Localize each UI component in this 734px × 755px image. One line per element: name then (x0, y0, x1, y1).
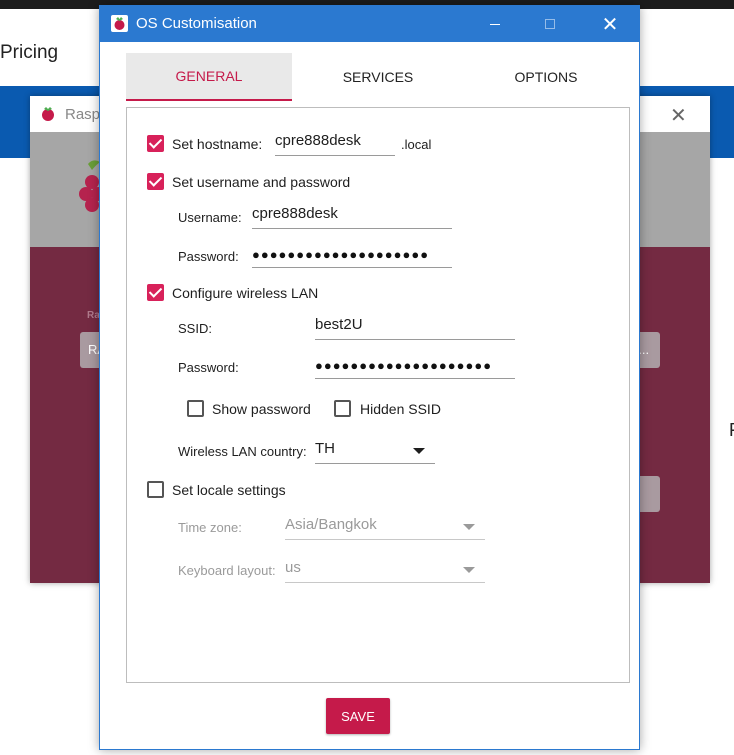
timezone-value: Asia/Bangkok (285, 516, 377, 533)
hostname-input[interactable]: cpre888desk (275, 130, 395, 156)
timezone-label: Time zone: (178, 520, 242, 535)
background-text-fragment: F (729, 420, 734, 441)
dialog-titlebar: OS Customisation ✕ (100, 6, 639, 42)
imager-section-label: Ra (87, 310, 100, 321)
os-customisation-dialog: OS Customisation ✕ GENERAL SERVICES OPTI… (99, 5, 640, 750)
password-input[interactable]: ●●●●●●●●●●●●●●●●●●●● (252, 242, 452, 268)
tab-options[interactable]: OPTIONS (462, 53, 630, 101)
hostname-label: Set hostname: (172, 136, 263, 152)
chevron-down-icon (463, 524, 475, 530)
maximize-icon (545, 19, 555, 29)
minimize-icon (490, 23, 500, 25)
nav-link-pricing[interactable]: Pricing (0, 42, 58, 64)
timezone-select: Asia/Bangkok (285, 514, 485, 540)
ssid-input[interactable]: best2U (315, 314, 515, 340)
show-password-label: Show password (212, 401, 311, 417)
hostname-suffix: .local (401, 137, 432, 152)
save-button[interactable]: SAVE (326, 698, 390, 734)
wlan-label: Configure wireless LAN (172, 285, 319, 301)
locale-checkbox[interactable] (147, 481, 164, 498)
raspberry-icon (42, 107, 54, 121)
wlan-password-label: Password: (178, 360, 239, 375)
wlan-password-input[interactable]: ●●●●●●●●●●●●●●●●●●●● (315, 353, 515, 379)
userpass-label: Set username and password (172, 174, 351, 190)
chevron-down-icon (413, 448, 425, 454)
username-label: Username: (178, 210, 242, 225)
password-label: Password: (178, 249, 239, 264)
userpass-checkbox[interactable] (147, 173, 164, 190)
general-panel: Set hostname: cpre888desk .local Set use… (126, 107, 630, 683)
close-icon: ✕ (601, 13, 619, 36)
wlan-country-select[interactable]: TH (315, 438, 435, 464)
tab-bar: GENERAL SERVICES OPTIONS (126, 53, 630, 101)
keyboard-layout-select: us (285, 557, 485, 583)
username-input[interactable]: cpre888desk (252, 203, 452, 229)
chevron-down-icon (463, 567, 475, 573)
tab-services[interactable]: SERVICES (294, 53, 462, 101)
raspberry-icon (111, 15, 128, 32)
minimize-button[interactable] (472, 6, 518, 42)
wlan-country-label: Wireless LAN country: (178, 444, 307, 459)
maximize-button (527, 6, 573, 42)
ssid-label: SSID: (178, 321, 212, 336)
hidden-ssid-checkbox[interactable] (334, 400, 351, 417)
wlan-country-value: TH (315, 440, 335, 457)
keyboard-layout-value: us (285, 559, 301, 576)
tab-general[interactable]: GENERAL (126, 53, 292, 101)
show-password-checkbox[interactable] (187, 400, 204, 417)
close-icon[interactable]: ✕ (670, 103, 687, 128)
wlan-checkbox[interactable] (147, 284, 164, 301)
locale-label: Set locale settings (172, 482, 286, 498)
hostname-checkbox[interactable] (147, 135, 164, 152)
dialog-title: OS Customisation (136, 15, 257, 32)
keyboard-layout-label: Keyboard layout: (178, 563, 276, 578)
close-button[interactable]: ✕ (587, 6, 633, 42)
hidden-ssid-label: Hidden SSID (360, 401, 441, 417)
